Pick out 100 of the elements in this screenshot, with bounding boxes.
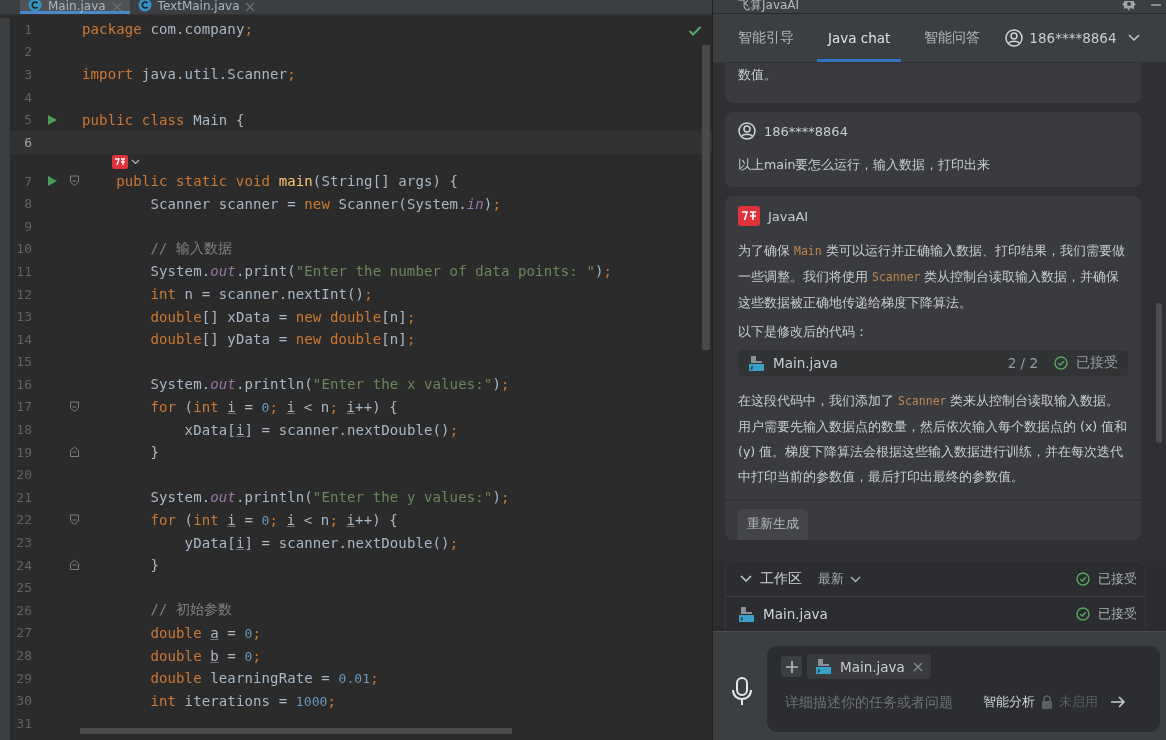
line-number: 25 [15, 580, 32, 596]
line-number: 9 [23, 218, 32, 234]
line-number: 16 [15, 376, 32, 392]
code-line: Scanner scanner = new Scanner(System.in); [150, 195, 501, 212]
scrollbar-thumb[interactable] [80, 728, 512, 734]
code-line: double b = 0; [150, 647, 261, 664]
code-line: System.out.println("Enter the x values:"); [150, 376, 510, 393]
java-file-icon [815, 658, 832, 675]
plus-icon [784, 659, 799, 674]
code-line: public static void main(String[] args) { [116, 173, 459, 190]
line-number: 6 [23, 134, 32, 150]
workspace-title: 工作区 [760, 570, 802, 588]
line-number: 3 [23, 67, 32, 82]
line-number: 10 [15, 241, 32, 257]
chevron-down-icon [850, 575, 861, 583]
user-icon [738, 122, 756, 140]
editor-tab[interactable]: TextMain.java [129, 0, 264, 14]
user-icon [1005, 29, 1024, 47]
line-number: 20 [15, 467, 32, 483]
message-text: 以上main要怎么运行，输入数据，打印出来 [738, 156, 992, 174]
editor-tab[interactable]: Main.java [20, 0, 130, 14]
line-number: 26 [15, 602, 32, 618]
line-number: 1 [23, 21, 32, 37]
code-line: double[] yData = new double[n]; [150, 331, 416, 348]
add-button[interactable] [781, 656, 802, 677]
line-number: 22 [15, 512, 32, 528]
scrollbar-thumb[interactable] [702, 45, 710, 350]
code-line: // 初始参数 [150, 601, 233, 620]
arrow-right-icon [1110, 696, 1126, 708]
code-line: public class Main { [82, 111, 245, 128]
line-number: 29 [15, 670, 32, 686]
line-number: 15 [15, 354, 32, 370]
file-card[interactable]: Main.java 2 / 2 已接受 [738, 350, 1128, 376]
app-logo-icon [112, 154, 128, 169]
mode-toggle[interactable]: 智能分析 [983, 693, 1035, 711]
app-logo-icon [738, 206, 760, 226]
chevron-down-icon [131, 158, 140, 165]
user-menu[interactable]: 186****8864 [1005, 14, 1141, 62]
code-line: int iterations = 1000; [150, 692, 337, 709]
code-line: double[] xData = new double[n]; [150, 308, 416, 325]
chevron-down-icon [1128, 34, 1141, 42]
line-number: 27 [15, 625, 32, 641]
close-icon [912, 661, 923, 672]
run-icon[interactable] [46, 175, 58, 188]
file-name[interactable]: Main.java [763, 606, 828, 622]
line-number: 14 [15, 331, 32, 347]
code-line: double a = 0; [150, 624, 261, 641]
java-file-icon [738, 605, 755, 623]
code-line: yData[i] = scanner.nextDouble(); [184, 534, 459, 551]
line-number: 11 [15, 263, 32, 279]
author-name: JavaAI [768, 208, 809, 224]
code-line: int n = scanner.nextInt(); [150, 286, 373, 302]
line-number: 28 [15, 648, 32, 663]
chevron-down-icon [740, 575, 752, 583]
regenerate-button[interactable]: 重新生成 [738, 509, 808, 540]
line-number: 23 [15, 535, 32, 551]
close-icon [245, 2, 256, 12]
line-number: 13 [15, 309, 32, 325]
line-number: 21 [15, 489, 32, 505]
code-line: } [150, 444, 159, 461]
close-icon [111, 2, 122, 12]
code-line: for (int i = 0; i < n; i++) { [150, 511, 398, 528]
line-number: 8 [23, 196, 32, 212]
panel-tab[interactable]: 智能问答 [913, 14, 992, 62]
filter-dropdown[interactable]: 最新 [818, 570, 861, 588]
line-number: 30 [15, 693, 32, 709]
panel-tab[interactable]: Java chat [817, 14, 902, 62]
status-label: 已接受 [1098, 570, 1137, 588]
message-text: 以下是修改后的代码： [738, 323, 869, 341]
message-text: 数值。 [738, 66, 778, 84]
check-circle-icon [1076, 572, 1090, 586]
code-line: import java.util.Scanner; [82, 66, 296, 83]
line-number: 17 [15, 399, 32, 415]
message-text: 为了确保 Main 类可以运行并正确输入数据、打印结果，我们需要做一些调整。我们将使用 Scanner 类从控制台读取输入数据，并确保这些数据被正确地传递给梯度下降算法。 [738, 242, 1126, 312]
code-line: xData[i] = scanner.nextDouble(); [184, 421, 459, 438]
line-number: 7 [23, 173, 32, 189]
check-icon [688, 25, 702, 37]
code-line: // 输入数据 [150, 239, 233, 258]
status-label: 已接受 [1098, 605, 1137, 623]
class-file-icon [28, 0, 42, 12]
panel-tab[interactable]: 智能引导 [727, 14, 805, 62]
line-number: 2 [23, 44, 32, 60]
line-number: 31 [15, 715, 32, 731]
attachment-chip[interactable]: Main.java [807, 654, 931, 679]
line-number: 19 [15, 444, 32, 460]
lock-icon [1041, 695, 1053, 709]
scrollbar-thumb[interactable] [1156, 303, 1162, 443]
code-line: for (int i = 0; i < n; i++) { [150, 399, 398, 415]
author-name: 186****8864 [764, 123, 848, 139]
input-field[interactable]: 详细描述你的任务或者问题 [781, 694, 975, 710]
class-file-icon [137, 0, 152, 12]
code-line: package com.company; [82, 21, 253, 38]
send-button[interactable] [1110, 696, 1126, 708]
code-line: double learningRate = 0.01; [150, 670, 379, 687]
line-number: 4 [23, 89, 32, 105]
run-icon[interactable] [46, 113, 58, 126]
code-line: System.out.print("Enter the number of data points: "); [150, 263, 613, 280]
check-circle-icon [1076, 607, 1090, 621]
microphone-icon [731, 676, 753, 706]
line-number: 18 [15, 422, 32, 438]
